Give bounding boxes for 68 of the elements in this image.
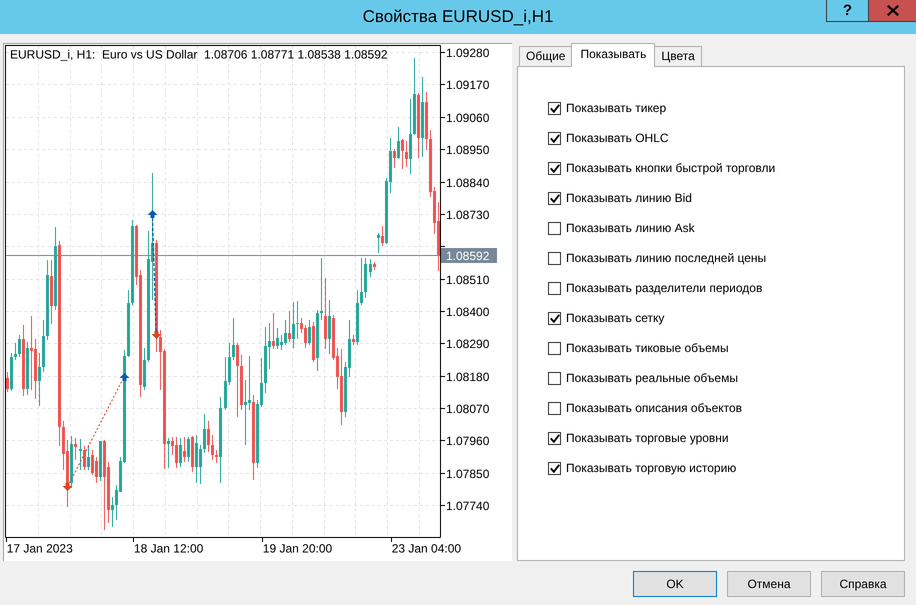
checkbox-label: Показывать реальные объемы (566, 370, 738, 386)
close-icon (886, 5, 898, 16)
price-label: 1.09280 (446, 46, 490, 60)
price-label: 1.07960 (446, 434, 490, 448)
ref-line-label: 1.08592 (446, 249, 490, 263)
checkmark-icon (550, 464, 560, 472)
checkbox[interactable] (548, 342, 561, 354)
checkmark-icon (550, 314, 560, 322)
price-label: 1.08510 (446, 273, 490, 287)
checkbox[interactable] (548, 372, 561, 384)
checkbox-label: Показывать сетку (566, 310, 664, 326)
checkbox[interactable] (548, 102, 561, 114)
checkmark-icon (550, 134, 560, 142)
checkbox-label: Показывать разделители периодов (566, 280, 762, 296)
checkbox-label: Показывать OHLC (566, 130, 669, 146)
checkbox-label: Показывать торговые уровни (566, 430, 729, 446)
tab[interactable]: Цвета (654, 46, 702, 66)
checkbox[interactable] (548, 312, 561, 324)
price-label: 1.07740 (446, 499, 490, 513)
checkbox-label: Показывать линию Bid (566, 190, 692, 206)
price-label: 1.09060 (446, 111, 490, 125)
checkbox[interactable] (548, 132, 561, 144)
checkbox[interactable] (548, 222, 561, 234)
checkbox[interactable] (548, 462, 561, 474)
price-label: 1.08730 (446, 208, 490, 222)
price-label: 1.08290 (446, 337, 490, 351)
checkmark-icon (550, 164, 560, 172)
up-arrow-icon (120, 373, 130, 381)
window-title: Свойства EURUSD_i,H1 (362, 6, 554, 28)
checkbox[interactable] (548, 402, 561, 414)
down-arrow-icon (62, 483, 72, 491)
up-arrow-icon (148, 210, 158, 218)
price-label: 1.07850 (446, 467, 490, 481)
price-label: 1.08180 (446, 370, 490, 384)
down-arrow-icon (152, 331, 162, 339)
checkmark-icon (550, 194, 560, 202)
bid-price-label: 1.08592 (441, 248, 497, 263)
help-button[interactable]: ? (826, 0, 868, 22)
price-label: 1.08950 (446, 143, 490, 157)
tab[interactable]: Показывать (571, 43, 656, 67)
price-label: 1.08840 (446, 176, 490, 190)
checkbox[interactable] (548, 432, 561, 444)
checkbox-label: Показывать линию Ask (566, 220, 695, 236)
checkbox-label: Показывать тикер (566, 100, 666, 116)
checkbox-label: Показывать описания объектов (566, 400, 742, 416)
time-label: 17 Jan 2023 (6, 542, 73, 556)
tab[interactable]: Общие (519, 46, 572, 66)
chart-header: EURUSD_i, H1: Euro vs US Dollar 1.08706 1.08771 1.08538 1.08592 (10, 48, 388, 62)
time-label: 19 Jan 20:00 (262, 542, 332, 556)
close-button[interactable] (868, 0, 916, 22)
checkbox-label: Показывать тиковые объемы (566, 340, 729, 356)
checkbox[interactable] (548, 162, 561, 174)
checkbox[interactable] (548, 252, 561, 264)
checkbox[interactable] (548, 282, 561, 294)
checkbox-label: Показывать кнопки быстрой торговли (566, 160, 776, 176)
time-label: 23 Jan 04:00 (392, 542, 462, 556)
checkbox[interactable] (548, 192, 561, 204)
checkmark-icon (550, 104, 560, 112)
dialog-button[interactable]: Справка (821, 571, 905, 597)
dialog-button[interactable]: OK (633, 571, 717, 597)
price-label: 1.08400 (446, 305, 490, 319)
checkbox-label: Показывать линию последней цены (566, 250, 766, 266)
checkmark-icon (550, 434, 560, 442)
time-label: 18 Jan 12:00 (134, 542, 204, 556)
price-label: 1.08070 (446, 402, 490, 416)
price-label: 1.09170 (446, 78, 490, 92)
checkbox-label: Показывать торговую историю (566, 460, 736, 476)
dialog-button[interactable]: Отмена (727, 571, 811, 597)
